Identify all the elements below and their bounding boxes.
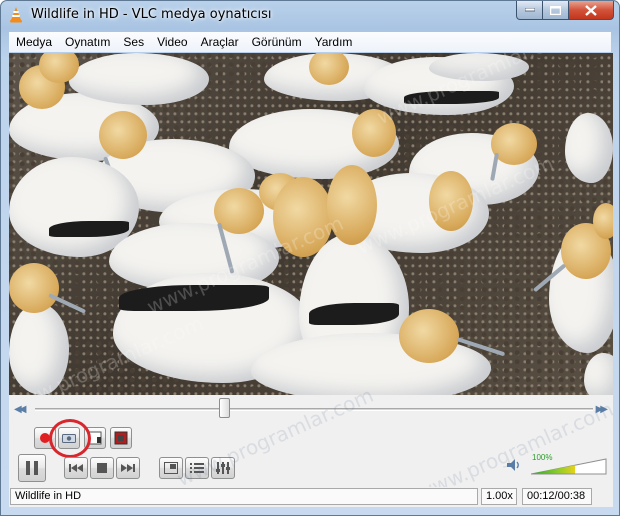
caption-buttons <box>516 1 614 21</box>
close-button[interactable] <box>569 1 614 20</box>
pause-icon <box>26 461 38 475</box>
playlist-icon <box>190 463 204 473</box>
next-button[interactable] <box>116 457 140 479</box>
minimize-button[interactable] <box>516 1 543 20</box>
pause-button[interactable] <box>18 454 46 482</box>
vlc-window: Wildlife in HD - VLC medya oynatıcısı Me… <box>0 0 620 516</box>
video-area[interactable]: www.programlar.com www.programlar.com ww… <box>9 53 613 395</box>
frame-by-frame-button[interactable] <box>110 427 132 449</box>
menu-video[interactable]: Video <box>150 35 193 49</box>
seek-back-icon[interactable]: ◀◀ <box>14 404 27 415</box>
playlist-button[interactable] <box>185 457 209 479</box>
frame-by-frame-icon <box>114 431 128 445</box>
close-icon <box>585 4 597 16</box>
stop-button[interactable] <box>90 457 114 479</box>
title-bar[interactable]: Wildlife in HD - VLC medya oynatıcısı <box>1 1 619 29</box>
status-bar: Wildlife in HD 1.00x 00:12/00:38 <box>9 487 613 507</box>
maximize-button[interactable] <box>543 1 569 20</box>
control-panel: ◀◀ ▶▶ 100% www.programlar.com www.progra… <box>9 383 617 505</box>
seek-bar[interactable] <box>35 408 593 411</box>
status-media-title: Wildlife in HD <box>10 488 478 505</box>
snapshot-highlight-ring <box>49 419 91 458</box>
menu-audio[interactable]: Ses <box>116 35 150 49</box>
window-title: Wildlife in HD - VLC medya oynatıcısı <box>31 7 272 22</box>
status-playback-speed[interactable]: 1.00x <box>481 488 517 505</box>
extended-settings-icon <box>216 462 230 474</box>
fullscreen-button[interactable] <box>159 457 183 479</box>
menu-help[interactable]: Yardım <box>308 35 359 49</box>
menu-view[interactable]: Görünüm <box>245 35 308 49</box>
volume-slider[interactable] <box>531 453 607 475</box>
extended-settings-button[interactable] <box>211 457 235 479</box>
menu-bar: Medya Oynatım Ses Video Araçlar Görünüm … <box>9 32 611 52</box>
previous-button[interactable] <box>64 457 88 479</box>
previous-icon <box>69 464 83 472</box>
next-icon <box>121 464 135 472</box>
seek-slider-knob[interactable] <box>218 398 230 418</box>
menu-media[interactable]: Medya <box>9 35 58 49</box>
menu-playback[interactable]: Oynatım <box>58 35 116 49</box>
minimize-icon <box>524 8 535 12</box>
maximize-icon <box>550 5 561 15</box>
status-time[interactable]: 00:12/00:38 <box>522 488 592 505</box>
menu-tools[interactable]: Araçlar <box>194 35 245 49</box>
stop-icon <box>97 463 107 473</box>
speaker-icon[interactable] <box>506 458 522 475</box>
seek-forward-icon[interactable]: ▶▶ <box>596 404 609 415</box>
fullscreen-icon <box>164 462 178 474</box>
vlc-cone-icon[interactable] <box>8 6 24 23</box>
